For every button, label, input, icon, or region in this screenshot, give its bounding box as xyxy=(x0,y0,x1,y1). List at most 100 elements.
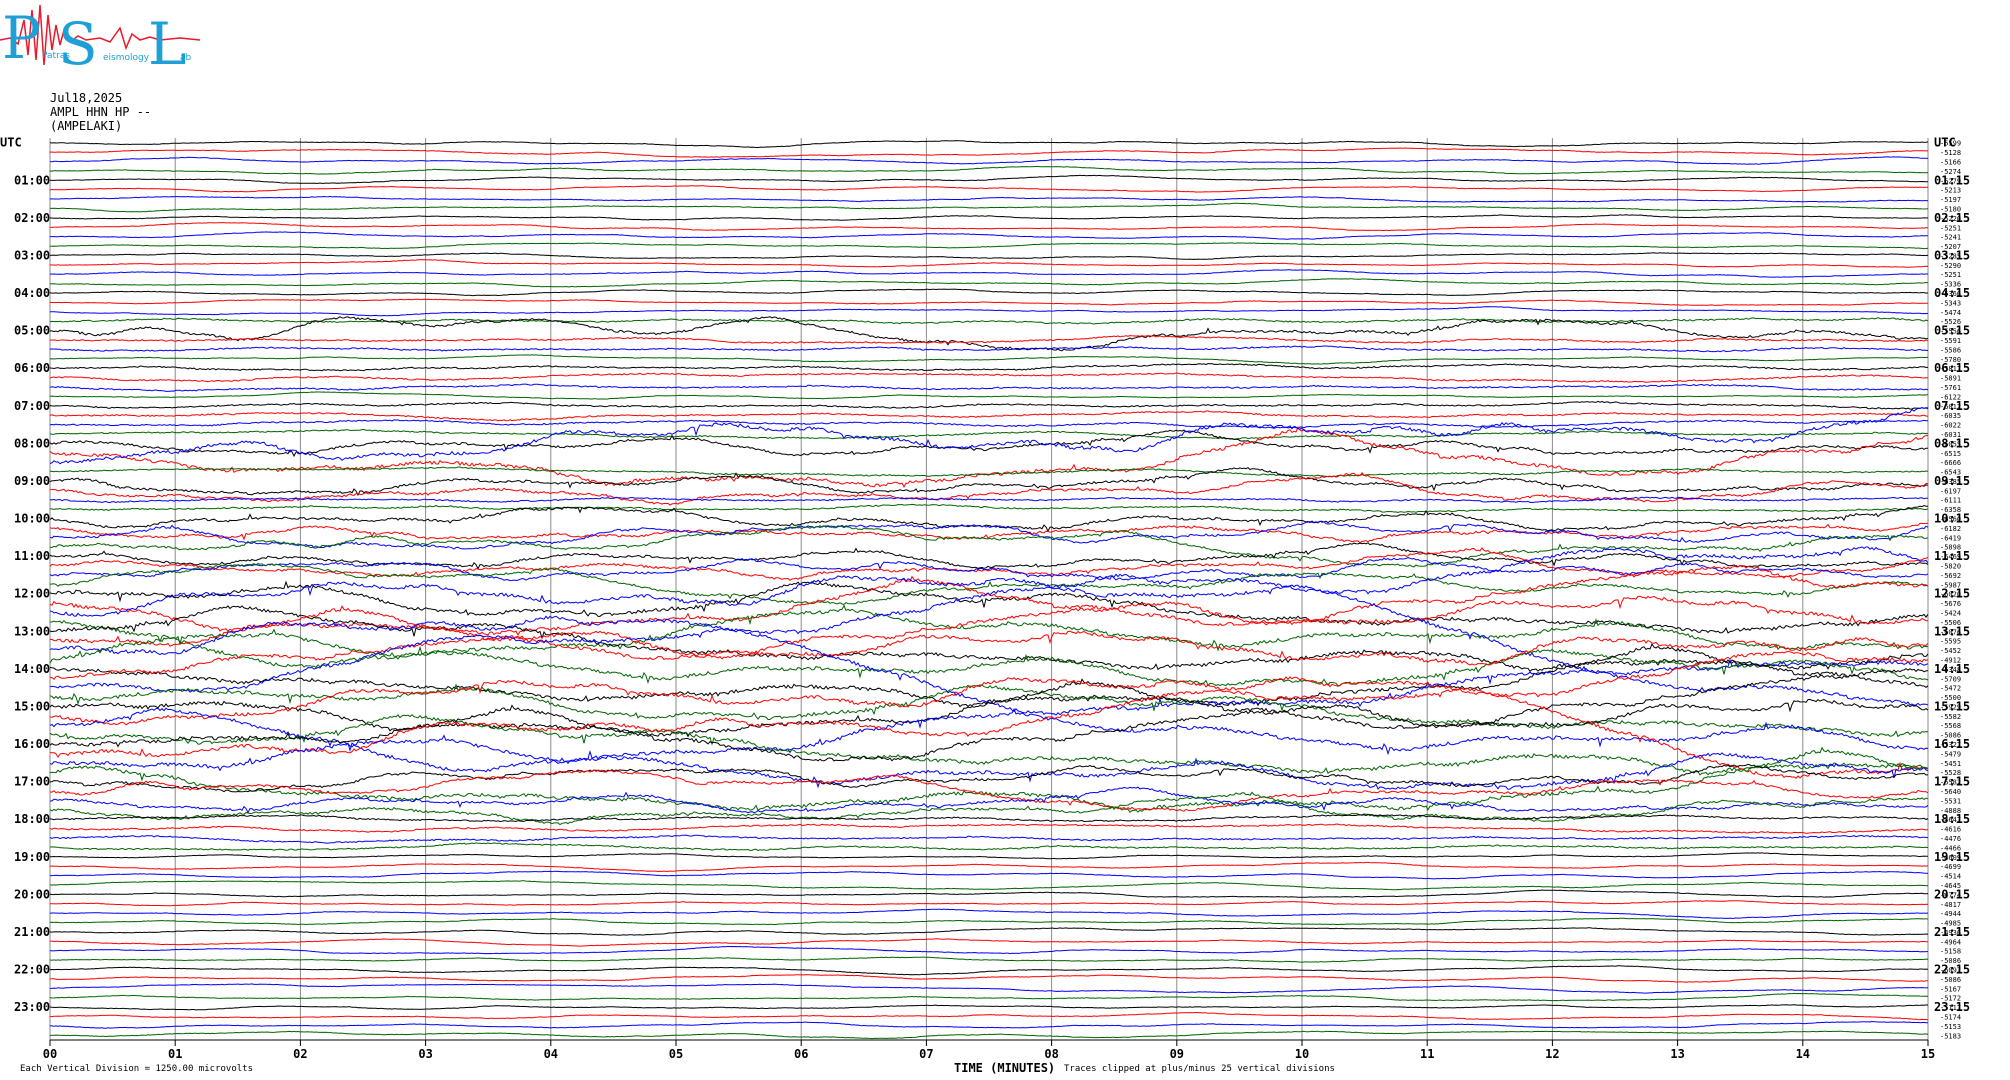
seismic-trace xyxy=(49,880,1929,891)
trace-offset-label: -4817 xyxy=(1940,901,1961,909)
trace-offset-label: -5761 xyxy=(1940,384,1961,392)
trace-offset-label: -6035 xyxy=(1940,412,1961,420)
hour-label-right: 17:15 xyxy=(1934,775,1970,789)
hour-label-left: 06:00 xyxy=(14,361,50,375)
trace-offset-label: -5692 xyxy=(1940,572,1961,580)
trace-offset-label: -5343 xyxy=(1940,299,1961,307)
seismic-trace xyxy=(49,185,1929,193)
hour-label-right: 15:15 xyxy=(1934,699,1970,713)
hour-label-left: 20:00 xyxy=(14,887,50,901)
seismic-trace xyxy=(49,900,1929,907)
trace-offset-label: -5452 xyxy=(1940,647,1961,655)
seismic-trace xyxy=(49,813,1929,823)
x-tick-label: 05 xyxy=(669,1047,683,1061)
hour-label-left: 19:00 xyxy=(14,850,50,864)
trace-offset-label: -4944 xyxy=(1940,910,1961,918)
trace-offset-label: -4699 xyxy=(1940,863,1961,871)
trace-offset-label: -5595 xyxy=(1940,638,1961,646)
trace-offset-label: -5290 xyxy=(1940,262,1961,270)
seismic-trace xyxy=(49,917,1929,926)
trace-offset-label: -5158 xyxy=(1940,948,1961,956)
seismic-trace xyxy=(49,769,1929,812)
trace-offset-label: -5640 xyxy=(1940,788,1961,796)
trace-offset-label: -4616 xyxy=(1940,826,1961,834)
seismic-trace xyxy=(49,667,1929,738)
seismic-trace xyxy=(49,698,1929,762)
seismic-trace xyxy=(49,834,1929,844)
seismic-trace xyxy=(49,140,1929,148)
x-tick-label: 04 xyxy=(544,1047,558,1061)
hour-label-right: 02:15 xyxy=(1934,211,1970,225)
seismic-trace xyxy=(49,406,1929,465)
trace-offset-label: -5174 xyxy=(1940,1014,1961,1022)
seismic-trace xyxy=(49,195,1929,203)
trace-offset-label: -6022 xyxy=(1940,422,1961,430)
hour-label-left: 11:00 xyxy=(14,549,50,563)
x-tick-label: 13 xyxy=(1670,1047,1684,1061)
seismic-trace xyxy=(49,956,1929,963)
x-tick-label: 11 xyxy=(1420,1047,1434,1061)
x-tick-label: 00 xyxy=(43,1047,57,1061)
scale-note: Each Vertical Division = 1250.00 microvo… xyxy=(20,1064,253,1074)
seismic-trace xyxy=(49,269,1928,278)
trace-offset-label: -5128 xyxy=(1940,149,1961,157)
seismic-trace xyxy=(49,791,1929,826)
hour-label-left: 13:00 xyxy=(14,624,50,638)
hour-label-left: 08:00 xyxy=(14,436,50,450)
trace-offset-label: -6515 xyxy=(1940,450,1961,458)
seismic-trace xyxy=(50,231,1928,240)
trace-offset-label: -5472 xyxy=(1940,685,1961,693)
trace-offset-label: -5676 xyxy=(1940,600,1961,608)
seismic-trace xyxy=(49,242,1929,250)
seismic-trace xyxy=(49,547,1929,581)
seismic-trace xyxy=(49,383,1929,392)
trace-offset-label: -5241 xyxy=(1940,234,1961,242)
seismic-trace xyxy=(49,288,1929,297)
hour-label-right: 18:15 xyxy=(1934,812,1970,826)
seismic-trace xyxy=(49,1004,1929,1011)
hour-label-right: 10:15 xyxy=(1934,512,1970,526)
trace-offset-label: -5167 xyxy=(1940,985,1961,993)
seismic-trace xyxy=(49,419,1929,429)
trace-offset-label: -6666 xyxy=(1940,459,1961,467)
hour-label-left: 17:00 xyxy=(14,775,50,789)
trace-offset-label: -6182 xyxy=(1940,525,1961,533)
seismic-trace xyxy=(49,466,1929,497)
seismic-trace xyxy=(49,400,1929,410)
hour-label-right: 03:15 xyxy=(1934,248,1970,262)
seismic-trace xyxy=(49,214,1929,221)
seismic-trace xyxy=(49,763,1928,793)
seismic-trace xyxy=(50,852,1929,860)
trace-offset-label: -5153 xyxy=(1940,1023,1961,1031)
hour-label-right: 23:15 xyxy=(1934,1000,1970,1014)
trace-offset-label: -6419 xyxy=(1940,534,1961,542)
hour-label-right: 12:15 xyxy=(1934,587,1970,601)
seismic-trace xyxy=(49,1011,1929,1021)
trace-offset-label: -4964 xyxy=(1940,938,1961,946)
hour-label-left: 02:00 xyxy=(14,211,50,225)
trace-offset-label: -5451 xyxy=(1940,760,1961,768)
hour-label-right: 22:15 xyxy=(1934,963,1970,977)
seismic-trace xyxy=(49,861,1929,873)
seismic-trace xyxy=(49,252,1929,260)
x-tick-label: 09 xyxy=(1170,1047,1184,1061)
trace-offset-label: -5213 xyxy=(1940,187,1961,195)
hour-label-left: 01:00 xyxy=(14,173,50,187)
seismic-trace xyxy=(49,1030,1929,1040)
hour-label-left: 16:00 xyxy=(14,737,50,751)
hour-label-right: 05:15 xyxy=(1934,324,1970,338)
seismic-trace xyxy=(49,156,1929,165)
seismic-trace xyxy=(49,202,1929,213)
trace-offset-label: -6111 xyxy=(1940,497,1961,505)
hour-label-right: 07:15 xyxy=(1934,399,1970,413)
seismic-trace xyxy=(49,166,1929,175)
helicorder-chart: 00 01 02 03 04 05 06 07 08 09 10 11 12 13 14 15-5599-51… xyxy=(0,136,1970,1061)
seismic-trace xyxy=(49,354,1929,365)
x-tick-label: 02 xyxy=(293,1047,307,1061)
seismic-trace xyxy=(49,410,1929,422)
seismic-trace xyxy=(49,391,1929,400)
trace-offset-label: -5568 xyxy=(1940,722,1961,730)
hour-label-left: 10:00 xyxy=(14,512,50,526)
hour-label-right: 20:15 xyxy=(1934,887,1970,901)
hour-label-left: 21:00 xyxy=(14,925,50,939)
